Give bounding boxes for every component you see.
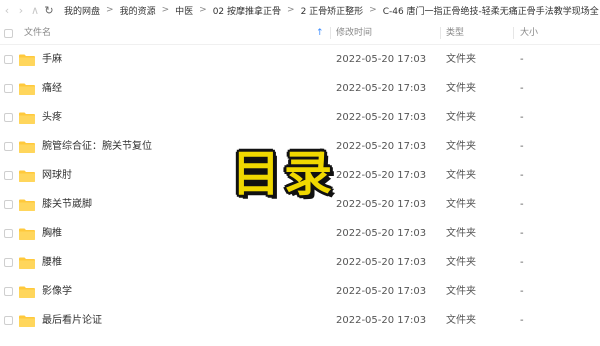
modified-time: 2022-05-20 17:03	[336, 54, 427, 65]
column-header-name[interactable]: 文件名	[24, 22, 51, 44]
table-row[interactable]: 手麻 2022-05-20 17:03 文件夹 -	[0, 45, 600, 74]
breadcrumb-separator: >	[369, 5, 377, 15]
file-name[interactable]: 痛经	[42, 74, 62, 103]
overlay-title: 目录	[232, 146, 337, 202]
sort-arrow-icon[interactable]: ↑	[316, 22, 324, 44]
row-checkbox[interactable]	[4, 171, 13, 180]
breadcrumb-separator: >	[161, 5, 170, 15]
refresh-icon[interactable]: ↻	[42, 1, 56, 19]
table-row[interactable]: 胸椎 2022-05-20 17:03 文件夹 -	[0, 219, 600, 248]
modified-time: 2022-05-20 17:03	[336, 257, 427, 268]
modified-time: 2022-05-20 17:03	[336, 112, 427, 123]
breadcrumb-item[interactable]: 02 按摩推拿正骨	[213, 4, 281, 17]
file-size: -	[520, 112, 524, 123]
file-type: 文件夹	[446, 54, 476, 65]
breadcrumb: 我的网盘 > 我的资源 > 中医 > 02 按摩推拿正骨 > 2 正骨矫正整形 …	[64, 4, 599, 17]
file-size: -	[520, 54, 524, 65]
modified-time: 2022-05-20 17:03	[336, 199, 427, 210]
file-size: -	[520, 315, 524, 326]
column-divider[interactable]	[513, 27, 514, 39]
folder-icon	[19, 228, 35, 240]
file-name[interactable]: 腰椎	[42, 248, 62, 277]
file-name[interactable]: 网球肘	[42, 161, 72, 190]
folder-icon	[19, 286, 35, 298]
row-checkbox[interactable]	[4, 229, 13, 238]
row-checkbox[interactable]	[4, 142, 13, 151]
breadcrumb-separator: >	[106, 5, 114, 15]
breadcrumb-item[interactable]: 2 正骨矫正整形	[301, 4, 364, 17]
column-divider[interactable]	[440, 27, 441, 39]
table-row[interactable]: 影像学 2022-05-20 17:03 文件夹 -	[0, 277, 600, 306]
forward-icon[interactable]: ›	[14, 1, 28, 19]
row-checkbox[interactable]	[4, 258, 13, 267]
file-name[interactable]: 腕管综合征：腕关节复位	[42, 132, 152, 161]
file-size: -	[520, 83, 524, 94]
modified-time: 2022-05-20 17:03	[336, 228, 427, 239]
back-icon[interactable]: ‹	[0, 1, 14, 19]
toolbar: ‹ › ∧ ↻ 我的网盘 > 我的资源 > 中医 > 02 按摩推拿正骨 > 2…	[0, 0, 600, 20]
breadcrumb-item[interactable]: 我的网盘	[64, 4, 100, 17]
file-name[interactable]: 最后看片论证	[42, 306, 102, 335]
file-type: 文件夹	[446, 257, 476, 268]
folder-icon	[19, 83, 35, 95]
file-type: 文件夹	[446, 170, 476, 181]
table-row[interactable]: 最后看片论证 2022-05-20 17:03 文件夹 -	[0, 306, 600, 335]
file-name[interactable]: 影像学	[42, 277, 72, 306]
column-divider[interactable]	[330, 27, 331, 39]
folder-icon	[19, 54, 35, 66]
file-type: 文件夹	[446, 112, 476, 123]
table-row[interactable]: 腰椎 2022-05-20 17:03 文件夹 -	[0, 248, 600, 277]
modified-time: 2022-05-20 17:03	[336, 170, 427, 181]
file-type: 文件夹	[446, 228, 476, 239]
file-size: -	[520, 141, 524, 152]
file-size: -	[520, 228, 524, 239]
file-type: 文件夹	[446, 83, 476, 94]
modified-time: 2022-05-20 17:03	[336, 83, 427, 94]
file-size: -	[520, 257, 524, 268]
file-type: 文件夹	[446, 141, 476, 152]
folder-icon	[19, 257, 35, 269]
row-checkbox[interactable]	[4, 55, 13, 64]
file-size: -	[520, 170, 524, 181]
row-checkbox[interactable]	[4, 200, 13, 209]
breadcrumb-item[interactable]: 中医	[175, 4, 193, 17]
modified-time: 2022-05-20 17:03	[336, 315, 427, 326]
folder-icon	[19, 112, 35, 124]
breadcrumb-item[interactable]: 我的资源	[120, 4, 156, 17]
file-size: -	[520, 286, 524, 297]
file-name[interactable]: 头疼	[42, 103, 62, 132]
table-row[interactable]: 痛经 2022-05-20 17:03 文件夹 -	[0, 74, 600, 103]
file-name[interactable]: 胸椎	[42, 219, 62, 248]
folder-icon	[19, 170, 35, 182]
breadcrumb-current: C-46 唐门一指正骨绝技-轻柔无痛正骨手法教学现场全	[382, 6, 599, 17]
folder-icon	[19, 315, 35, 327]
file-type: 文件夹	[446, 315, 476, 326]
column-header-modified[interactable]: 修改时间	[336, 22, 372, 44]
file-name[interactable]: 手麻	[42, 45, 62, 74]
row-checkbox[interactable]	[4, 113, 13, 122]
select-all-checkbox[interactable]	[4, 29, 13, 38]
file-name[interactable]: 膝关节崴脚	[42, 190, 92, 219]
table-row[interactable]: 头疼 2022-05-20 17:03 文件夹 -	[0, 103, 600, 132]
column-header-type[interactable]: 类型	[446, 22, 464, 44]
file-type: 文件夹	[446, 286, 476, 297]
row-checkbox[interactable]	[4, 316, 13, 325]
file-type: 文件夹	[446, 199, 476, 210]
row-checkbox[interactable]	[4, 84, 13, 93]
up-icon[interactable]: ∧	[28, 1, 42, 19]
file-size: -	[520, 199, 524, 210]
breadcrumb-separator: >	[287, 5, 295, 15]
folder-icon	[19, 199, 35, 211]
modified-time: 2022-05-20 17:03	[336, 141, 427, 152]
folder-icon	[19, 141, 35, 153]
file-list-header: 文件名 ↑ 修改时间 类型 大小	[0, 22, 600, 45]
row-checkbox[interactable]	[4, 287, 13, 296]
modified-time: 2022-05-20 17:03	[336, 286, 427, 297]
breadcrumb-separator: >	[199, 5, 207, 15]
column-header-size[interactable]: 大小	[520, 22, 538, 44]
